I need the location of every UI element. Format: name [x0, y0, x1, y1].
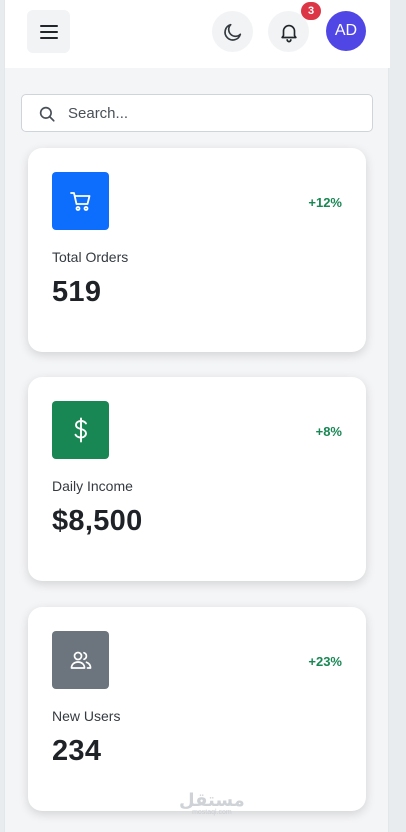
stat-value: 519: [52, 276, 102, 308]
user-avatar[interactable]: AD: [326, 11, 366, 51]
stat-card-new-users: +23% New Users 234: [28, 607, 366, 811]
watermark: مستقل mostaql.com: [179, 790, 245, 816]
users-icon-box: [52, 631, 109, 689]
search-icon: [39, 106, 55, 122]
stat-value: 234: [52, 735, 102, 767]
stat-card-daily-income: +8% Daily Income $8,500: [28, 377, 366, 581]
income-icon-box: [52, 401, 109, 459]
moon-icon: [223, 23, 241, 41]
cart-icon: [69, 192, 90, 211]
stat-value: $8,500: [52, 505, 143, 537]
search-box: [21, 94, 373, 132]
menu-toggle-button[interactable]: [27, 10, 70, 53]
dollar-icon: [74, 417, 87, 443]
search-input[interactable]: [68, 95, 358, 131]
stat-label: Total Orders: [52, 249, 129, 265]
change-badge: +8%: [315, 424, 342, 439]
watermark-text: مستقل: [179, 790, 245, 810]
users-icon: [70, 651, 91, 669]
change-badge: +23%: [308, 654, 342, 669]
theme-toggle-button[interactable]: [212, 11, 253, 52]
notification-count-badge: 3: [301, 2, 321, 20]
notifications-button[interactable]: 3: [268, 2, 321, 52]
bell-icon: [280, 24, 297, 42]
watermark-subtext: mostaql.com: [192, 809, 232, 816]
orders-icon-box: [52, 172, 109, 230]
stat-label: New Users: [52, 708, 121, 724]
stat-card-total-orders: +12% Total Orders 519: [28, 148, 366, 352]
top-bar: 3 AD: [5, 0, 390, 68]
app-shell: 3 AD +12% Total Orders 519: [4, 0, 390, 832]
change-badge: +12%: [308, 195, 342, 210]
hamburger-menu-icon: [39, 24, 58, 39]
stat-label: Daily Income: [52, 478, 133, 494]
